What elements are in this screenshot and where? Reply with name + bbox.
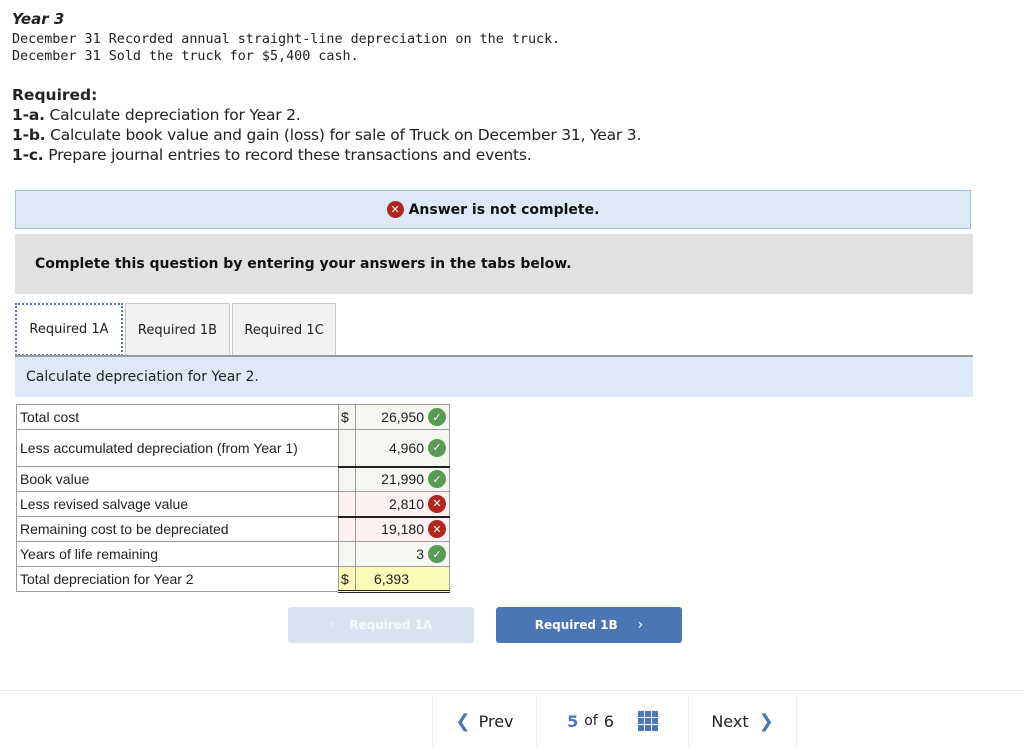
- row-label: Years of life remaining: [16, 541, 339, 567]
- table-row: Less accumulated depreciation (from Year…: [16, 429, 450, 467]
- table-row: Remaining cost to be depreciated 19,180 ✕: [16, 515, 450, 542]
- row-label: Remaining cost to be depreciated: [16, 516, 339, 542]
- amount-value[interactable]: 4,960: [389, 440, 424, 456]
- prev-question-button[interactable]: ❮ Prev: [432, 696, 536, 746]
- requirement-id: 1-a.: [12, 106, 45, 124]
- requirement-1b: 1-b. Calculate book value and gain (loss…: [12, 126, 641, 144]
- check-circle-icon: ✓: [428, 545, 446, 563]
- row-label: Less revised salvage value: [16, 491, 339, 517]
- amount-cell[interactable]: 2,810 ✕: [355, 491, 450, 517]
- requirement-id: 1-c.: [12, 146, 44, 164]
- currency-symbol: [338, 429, 356, 467]
- previous-tab-label: Required 1A: [349, 618, 433, 632]
- next-label: Next: [711, 711, 749, 731]
- check-circle-icon: ✓: [428, 408, 446, 426]
- total-pages: 6: [603, 711, 614, 731]
- instruction-bar: Complete this question by entering your …: [15, 234, 973, 294]
- x-circle-icon: ✕: [428, 520, 446, 539]
- amount-cell[interactable]: 4,960 ✓: [355, 429, 450, 467]
- check-circle-icon: ✓: [428, 438, 446, 457]
- requirement-1c: 1-c. Prepare journal entries to record t…: [12, 146, 532, 164]
- amount-value[interactable]: 6,393: [374, 571, 409, 587]
- requirement-1a: 1-a. Calculate depreciation for Year 2.: [12, 106, 301, 124]
- currency-symbol: $: [338, 404, 356, 430]
- chevron-right-icon: ›: [637, 617, 644, 633]
- tab-required-1a[interactable]: Required 1A: [15, 303, 123, 356]
- amount-cell[interactable]: 21,990 ✓: [355, 465, 450, 492]
- amount-cell[interactable]: 19,180 ✕: [355, 515, 450, 542]
- event-line: December 31 Sold the truck for $5,400 ca…: [12, 49, 359, 64]
- table-row: Total depreciation for Year 2 $ 6,393: [16, 566, 450, 593]
- amount-cell[interactable]: 3 ✓: [355, 541, 450, 567]
- previous-tab-button[interactable]: ‹ Required 1A: [288, 607, 474, 643]
- row-label: Total depreciation for Year 2: [16, 566, 339, 592]
- next-tab-label: Required 1B: [534, 618, 618, 632]
- instruction-text: Complete this question by entering your …: [35, 256, 572, 272]
- row-label: Less accumulated depreciation (from Year…: [16, 429, 339, 467]
- amount-value[interactable]: 19,180: [381, 521, 424, 537]
- page-indicator: 5 of 6: [536, 696, 688, 746]
- chevron-right-icon: ❯: [758, 710, 774, 732]
- tab-list: Required 1A Required 1B Required 1C: [15, 303, 338, 356]
- amount-value[interactable]: 3: [416, 546, 424, 562]
- requirement-id: 1-b.: [12, 126, 46, 144]
- prompt-bar: Calculate depreciation for Year 2.: [15, 357, 973, 397]
- next-question-button[interactable]: Next ❯: [688, 696, 797, 746]
- amount-cell[interactable]: 6,393: [355, 566, 450, 593]
- prompt-text: Calculate depreciation for Year 2.: [26, 369, 259, 385]
- amount-value[interactable]: 21,990: [381, 471, 424, 487]
- currency-symbol: [338, 541, 356, 567]
- grid-icon[interactable]: [637, 711, 658, 731]
- chevron-left-icon: ❮: [455, 710, 471, 732]
- footer-divider: [0, 690, 1024, 691]
- requirement-text: Prepare journal entries to record these …: [43, 146, 532, 164]
- answer-status-banner: ✕ Answer is not complete.: [15, 190, 971, 229]
- prev-label: Prev: [478, 711, 514, 731]
- amount-value[interactable]: 2,810: [389, 496, 424, 512]
- x-circle-icon: ✕: [386, 201, 404, 218]
- currency-symbol: $: [338, 566, 356, 593]
- check-circle-icon: ✓: [428, 470, 446, 489]
- table-row: Years of life remaining 3 ✓: [16, 541, 450, 567]
- requirement-text: Calculate depreciation for Year 2.: [44, 106, 301, 124]
- amount-value[interactable]: 26,950: [381, 409, 424, 425]
- row-label: Book value: [16, 466, 339, 492]
- tab-required-1c[interactable]: Required 1C: [232, 303, 336, 356]
- table-row: Total cost $ 26,950 ✓: [16, 404, 450, 430]
- event-line: December 31 Recorded annual straight-lin…: [12, 32, 561, 47]
- next-tab-button[interactable]: Required 1B ›: [496, 607, 682, 643]
- depreciation-table: Total cost $ 26,950 ✓ Less accumulated de…: [16, 404, 450, 593]
- year-heading: Year 3: [12, 10, 65, 28]
- tab-required-1b[interactable]: Required 1B: [125, 303, 230, 356]
- amount-cell[interactable]: 26,950 ✓: [355, 404, 450, 430]
- table-row: Less revised salvage value 2,810 ✕: [16, 491, 450, 517]
- current-page: 5: [567, 711, 579, 731]
- currency-symbol: [338, 465, 356, 492]
- x-circle-icon: ✕: [428, 494, 446, 513]
- currency-symbol: [338, 515, 356, 542]
- question-pager: ❮ Prev 5 of 6 Next ❯: [432, 696, 797, 746]
- required-heading: Required:: [12, 86, 98, 104]
- chevron-left-icon: ‹: [329, 617, 336, 633]
- table-row: Book value 21,990 ✓: [16, 465, 450, 492]
- row-label: Total cost: [16, 404, 339, 430]
- of-label: of: [584, 713, 598, 729]
- status-message: Answer is not complete.: [408, 201, 600, 218]
- currency-symbol: [338, 491, 356, 517]
- requirement-text: Calculate book value and gain (loss) for…: [45, 126, 642, 144]
